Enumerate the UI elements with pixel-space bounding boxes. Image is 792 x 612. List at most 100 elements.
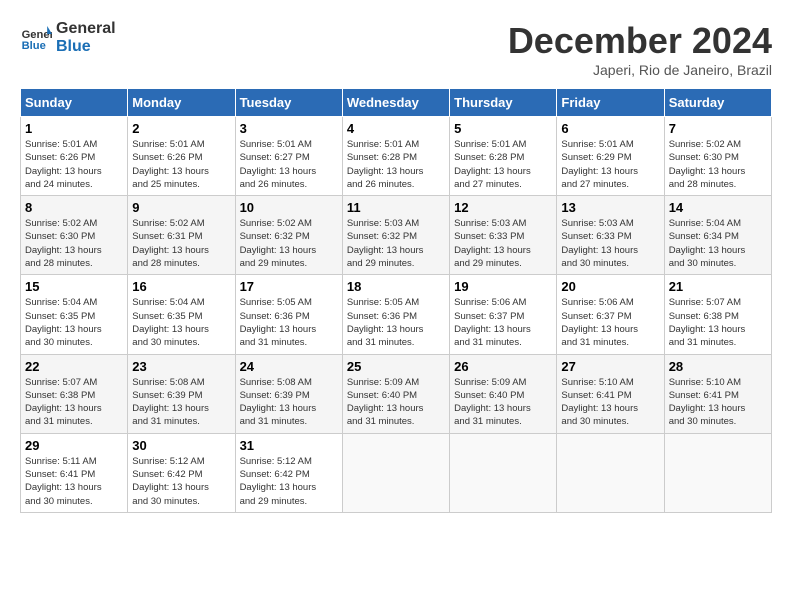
col-header-tuesday: Tuesday: [235, 89, 342, 117]
calendar-cell: 2 Sunrise: 5:01 AMSunset: 6:26 PMDaylight…: [128, 117, 235, 196]
calendar-week-5: 29Sunrise: 5:11 AMSunset: 6:41 PMDayligh…: [21, 433, 772, 512]
page-header: General Blue General Blue December 2024 …: [20, 20, 772, 78]
calendar-cell: 3Sunrise: 5:01 AMSunset: 6:27 PMDaylight…: [235, 117, 342, 196]
day-info: Sunrise: 5:06 AMSunset: 6:37 PMDaylight:…: [561, 296, 659, 349]
day-info: Sunrise: 5:12 AMSunset: 6:42 PMDaylight:…: [132, 455, 230, 508]
col-header-friday: Friday: [557, 89, 664, 117]
calendar-cell: 29Sunrise: 5:11 AMSunset: 6:41 PMDayligh…: [21, 433, 128, 512]
day-number: 31: [240, 438, 338, 453]
col-header-thursday: Thursday: [450, 89, 557, 117]
day-info: Sunrise: 5:08 AMSunset: 6:39 PMDaylight:…: [240, 376, 338, 429]
day-number: 28: [669, 359, 767, 374]
day-number: 13: [561, 200, 659, 215]
calendar-cell: 16 Sunrise: 5:04 AMSunset: 6:35 PMDayligh…: [128, 275, 235, 354]
calendar-cell: 18 Sunrise: 5:05 AMSunset: 6:36 PMDayligh…: [342, 275, 449, 354]
calendar-cell: [450, 433, 557, 512]
day-info: Sunrise: 5:07 AMSunset: 6:38 PMDaylight:…: [25, 376, 123, 429]
day-number: 14: [669, 200, 767, 215]
day-info: Sunrise: 5:12 AMSunset: 6:42 PMDaylight:…: [240, 455, 338, 508]
day-number: 7: [669, 121, 767, 136]
day-number: 16: [132, 279, 230, 294]
calendar-cell: 9 Sunrise: 5:02 AMSunset: 6:31 PMDaylight…: [128, 196, 235, 275]
calendar-cell: 27Sunrise: 5:10 AMSunset: 6:41 PMDayligh…: [557, 354, 664, 433]
logo-blue: Blue: [56, 38, 116, 56]
calendar-cell: 4Sunrise: 5:01 AMSunset: 6:28 PMDaylight…: [342, 117, 449, 196]
calendar-week-2: 8 Sunrise: 5:02 AMSunset: 6:30 PMDaylight…: [21, 196, 772, 275]
calendar-cell: 19Sunrise: 5:06 AMSunset: 6:37 PMDayligh…: [450, 275, 557, 354]
calendar-cell: 23Sunrise: 5:08 AMSunset: 6:39 PMDayligh…: [128, 354, 235, 433]
day-number: 5: [454, 121, 552, 136]
svg-text:Blue: Blue: [22, 40, 46, 52]
logo-icon: General Blue: [20, 22, 52, 54]
day-info: Sunrise: 5:01 AMSunset: 6:26 PMDaylight:…: [132, 138, 230, 191]
calendar-cell: 20 Sunrise: 5:06 AMSunset: 6:37 PMDayligh…: [557, 275, 664, 354]
day-number: 20: [561, 279, 659, 294]
day-info: Sunrise: 5:04 AMSunset: 6:34 PMDaylight:…: [669, 217, 767, 270]
calendar-cell: 11Sunrise: 5:03 AMSunset: 6:32 PMDayligh…: [342, 196, 449, 275]
day-number: 27: [561, 359, 659, 374]
calendar-cell: 28Sunrise: 5:10 AMSunset: 6:41 PMDayligh…: [664, 354, 771, 433]
calendar-header: SundayMondayTuesdayWednesdayThursdayFrid…: [21, 89, 772, 117]
day-number: 18: [347, 279, 445, 294]
day-number: 6: [561, 121, 659, 136]
day-info: Sunrise: 5:07 AMSunset: 6:38 PMDaylight:…: [669, 296, 767, 349]
calendar-cell: 25 Sunrise: 5:09 AMSunset: 6:40 PMDayligh…: [342, 354, 449, 433]
calendar-week-1: 1 Sunrise: 5:01 AMSunset: 6:26 PMDaylight…: [21, 117, 772, 196]
day-info: Sunrise: 5:02 AMSunset: 6:30 PMDaylight:…: [25, 217, 123, 270]
calendar-cell: 26 Sunrise: 5:09 AMSunset: 6:40 PMDayligh…: [450, 354, 557, 433]
calendar-cell: [557, 433, 664, 512]
day-number: 3: [240, 121, 338, 136]
day-info: Sunrise: 5:03 AMSunset: 6:33 PMDaylight:…: [561, 217, 659, 270]
calendar-cell: [342, 433, 449, 512]
calendar-cell: 22 Sunrise: 5:07 AMSunset: 6:38 PMDayligh…: [21, 354, 128, 433]
col-header-sunday: Sunday: [21, 89, 128, 117]
day-number: 12: [454, 200, 552, 215]
calendar-cell: 5Sunrise: 5:01 AMSunset: 6:28 PMDaylight…: [450, 117, 557, 196]
day-number: 26: [454, 359, 552, 374]
day-number: 23: [132, 359, 230, 374]
day-number: 25: [347, 359, 445, 374]
day-number: 10: [240, 200, 338, 215]
calendar-cell: 6 Sunrise: 5:01 AMSunset: 6:29 PMDaylight…: [557, 117, 664, 196]
day-info: Sunrise: 5:11 AMSunset: 6:41 PMDaylight:…: [25, 455, 123, 508]
month-title: December 2024: [508, 20, 772, 62]
calendar-cell: 31 Sunrise: 5:12 AMSunset: 6:42 PMDayligh…: [235, 433, 342, 512]
day-number: 8: [25, 200, 123, 215]
day-info: Sunrise: 5:09 AMSunset: 6:40 PMDaylight:…: [454, 376, 552, 429]
day-info: Sunrise: 5:01 AMSunset: 6:29 PMDaylight:…: [561, 138, 659, 191]
day-number: 4: [347, 121, 445, 136]
calendar-cell: 7 Sunrise: 5:02 AMSunset: 6:30 PMDaylight…: [664, 117, 771, 196]
calendar-cell: 24Sunrise: 5:08 AMSunset: 6:39 PMDayligh…: [235, 354, 342, 433]
day-number: 19: [454, 279, 552, 294]
calendar-cell: 14 Sunrise: 5:04 AMSunset: 6:34 PMDayligh…: [664, 196, 771, 275]
calendar-cell: 1Sunrise: 5:01 AMSunset: 6:26 PMDaylight…: [21, 117, 128, 196]
day-number: 1: [25, 121, 123, 136]
col-header-wednesday: Wednesday: [342, 89, 449, 117]
day-info: Sunrise: 5:05 AMSunset: 6:36 PMDaylight:…: [240, 296, 338, 349]
calendar-table: SundayMondayTuesdayWednesdayThursdayFrid…: [20, 88, 772, 513]
calendar-cell: 15Sunrise: 5:04 AMSunset: 6:35 PMDayligh…: [21, 275, 128, 354]
day-info: Sunrise: 5:02 AMSunset: 6:31 PMDaylight:…: [132, 217, 230, 270]
calendar-cell: 13 Sunrise: 5:03 AMSunset: 6:33 PMDayligh…: [557, 196, 664, 275]
calendar-cell: 17Sunrise: 5:05 AMSunset: 6:36 PMDayligh…: [235, 275, 342, 354]
day-info: Sunrise: 5:02 AMSunset: 6:30 PMDaylight:…: [669, 138, 767, 191]
calendar-cell: 10 Sunrise: 5:02 AMSunset: 6:32 PMDayligh…: [235, 196, 342, 275]
day-number: 21: [669, 279, 767, 294]
day-number: 9: [132, 200, 230, 215]
day-number: 22: [25, 359, 123, 374]
calendar-cell: [664, 433, 771, 512]
day-info: Sunrise: 5:04 AMSunset: 6:35 PMDaylight:…: [132, 296, 230, 349]
location-subtitle: Japeri, Rio de Janeiro, Brazil: [508, 62, 772, 78]
calendar-cell: 21 Sunrise: 5:07 AMSunset: 6:38 PMDayligh…: [664, 275, 771, 354]
logo-general: General: [56, 20, 116, 38]
calendar-week-4: 22 Sunrise: 5:07 AMSunset: 6:38 PMDayligh…: [21, 354, 772, 433]
day-number: 2: [132, 121, 230, 136]
col-header-monday: Monday: [128, 89, 235, 117]
calendar-cell: 30Sunrise: 5:12 AMSunset: 6:42 PMDayligh…: [128, 433, 235, 512]
title-area: December 2024 Japeri, Rio de Janeiro, Br…: [508, 20, 772, 78]
day-info: Sunrise: 5:02 AMSunset: 6:32 PMDaylight:…: [240, 217, 338, 270]
day-info: Sunrise: 5:05 AMSunset: 6:36 PMDaylight:…: [347, 296, 445, 349]
day-info: Sunrise: 5:04 AMSunset: 6:35 PMDaylight:…: [25, 296, 123, 349]
day-info: Sunrise: 5:09 AMSunset: 6:40 PMDaylight:…: [347, 376, 445, 429]
day-number: 11: [347, 200, 445, 215]
